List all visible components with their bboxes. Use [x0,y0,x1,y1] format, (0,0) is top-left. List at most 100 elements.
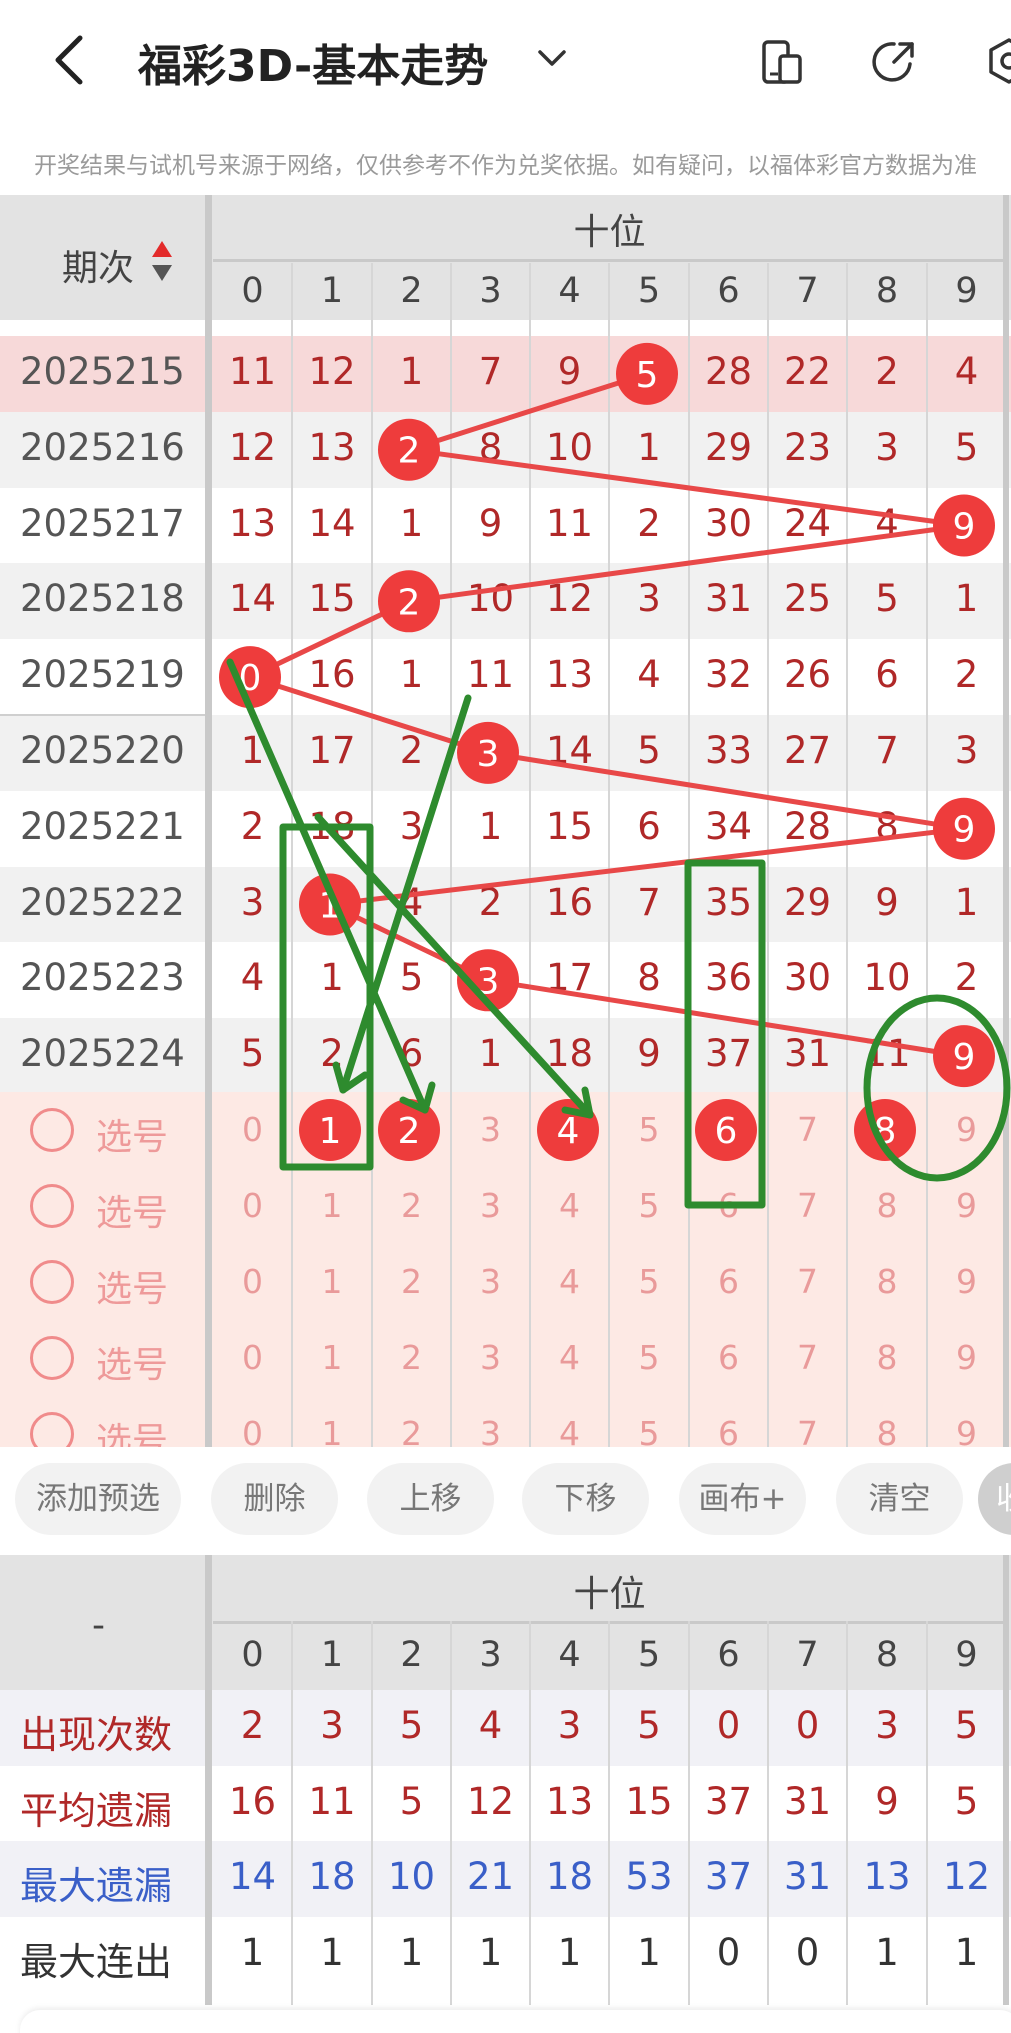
chevron-down-icon[interactable] [536,46,568,70]
hit-ball-number: 2 [398,431,421,472]
stat-value: 31 [783,1855,832,1898]
stats-grid-line [291,1621,293,2005]
stat-value: 1 [637,1930,661,1974]
stat-value: 11 [308,1779,356,1823]
hit-ball-number: 3 [477,734,500,775]
stat-value: 14 [228,1855,277,1898]
stat-value: 12 [466,1779,515,1823]
add-preselect-button[interactable]: 添加预选 [15,1463,181,1535]
delete-button[interactable]: 删除 [211,1463,338,1535]
stat-value: 5 [399,1704,424,1747]
stat-value: 0 [716,1930,741,1974]
page-title[interactable]: 福彩3D-基本走势 [138,30,488,94]
stats-column-header-0: 0 [241,1635,264,1675]
stat-value: 1 [875,1930,899,1974]
hit-ball-number: 5 [636,355,659,396]
stats-grid-line [608,1621,610,2005]
stat-value: 3 [557,1704,582,1747]
stats-grid-line [846,1621,848,2005]
stats-position-header: 十位 [573,1574,646,1615]
device-icon[interactable] [758,38,806,86]
stat-label: 出现次数 [20,1713,173,1757]
stats-table: - 十位 0 1 2 3 4 5 6 7 8 9 出现次数 2 3 5 4 3 5 0 0 3 5 平均遗漏 16 11 5 12 13… [0,1555,1011,2005]
stats-grid-line [767,1621,769,2005]
stat-value: 1 [478,1930,503,1974]
stat-value: 21 [466,1855,515,1898]
stat-value: 16 [228,1779,277,1823]
trend-line [408,371,648,453]
stat-value: 5 [637,1704,661,1747]
stats-grid-line [529,1621,531,2005]
trend-line [408,447,965,528]
stat-value: 1 [557,1930,582,1974]
stat-value: 5 [399,1779,424,1823]
stat-value: 0 [716,1704,741,1747]
stat-value: 18 [308,1855,356,1898]
trend-overlay: 52920391391 2 4 6 8 [219,342,1011,1209]
collapse-button[interactable]: 收 [978,1463,1011,1535]
stats-column-header-6: 6 [717,1635,740,1675]
header-bar: 福彩3D-基本走势 [0,0,1011,120]
stats-column-header-5: 5 [637,1635,661,1675]
bottom-sheet-edge [20,2010,1011,2033]
annotation-stroke [226,658,429,1114]
move-down-button[interactable]: 下移 [522,1463,649,1535]
move-up-button[interactable]: 上移 [367,1463,494,1535]
stat-value: 0 [795,1704,820,1747]
stat-value: 4 [478,1704,503,1747]
stat-label: 平均遗漏 [20,1788,173,1833]
stat-value: 13 [863,1855,911,1898]
stat-value: 10 [387,1855,436,1898]
stats-column-header-2: 2 [400,1635,423,1675]
app-screen: 福彩3D-基本走势 开奖结果与试机号来源于网络，仅供参考不作为兑奖依据。如有疑问… [0,0,1011,2033]
stat-value: 37 [704,1779,753,1823]
canvas-add-button[interactable]: 画布+ [679,1463,806,1535]
stats-column-header-9: 9 [955,1635,978,1675]
stats-grid-line [371,1621,373,2005]
stat-value: 53 [625,1855,673,1898]
stat-value: 37 [704,1855,753,1898]
stats-column-header-7: 7 [796,1635,819,1675]
stats-right-edge-line [1003,1555,1009,2005]
stat-label: 最大遗漏 [20,1864,173,1908]
stat-value: 1 [320,1930,344,1974]
selected-ball-number: 2 [398,1111,421,1152]
hit-ball-number: 9 [953,1037,976,1078]
clear-button[interactable]: 清空 [836,1463,963,1535]
stats-grid-line [688,1621,690,2005]
stats-grid-line [926,1621,928,2005]
stat-value: 31 [783,1779,832,1823]
stat-value: 5 [954,1704,979,1747]
selected-ball-number: 6 [715,1111,738,1152]
back-icon[interactable] [50,32,90,88]
selected-ball-number: 1 [319,1111,342,1152]
stats-column-header-4: 4 [558,1635,581,1675]
stat-value: 9 [875,1779,899,1823]
stat-value: 18 [545,1855,594,1898]
selected-ball-number: 4 [557,1111,580,1152]
stat-value: 15 [625,1779,673,1823]
trend-table: 2025215 11 12 1 7 9 28 22 2 4 2025216 12 13 8 10 1 29 23 3… [0,195,1011,1447]
trend-line [408,523,965,604]
hit-ball-number: 9 [953,810,976,851]
annotation-stroke [339,694,472,1094]
stats-grid-line [450,1621,452,2005]
hit-ball-number: 9 [953,507,976,548]
stats-column-header-8: 8 [875,1635,899,1675]
stat-value: 3 [320,1704,344,1747]
stat-value: 5 [954,1779,979,1823]
stat-value: 1 [240,1930,265,1974]
share-icon[interactable] [870,38,918,86]
hit-ball-number: 2 [398,582,421,623]
stat-value: 1 [399,1930,424,1974]
settings-icon[interactable] [984,36,1011,86]
stat-value: 3 [875,1704,899,1747]
stats-corner: - [92,1605,105,1646]
annotation-ellipse-col-9 [863,994,1011,1182]
stat-value: 12 [942,1855,991,1898]
action-toolbar: 添加预选删除上移下移画布+ 清空收 [0,1447,1011,1555]
stats-row-header-divider [205,1555,212,2005]
stat-value: 0 [795,1930,820,1974]
stats-column-header-3: 3 [479,1635,502,1675]
stat-value: 1 [954,1930,979,1974]
